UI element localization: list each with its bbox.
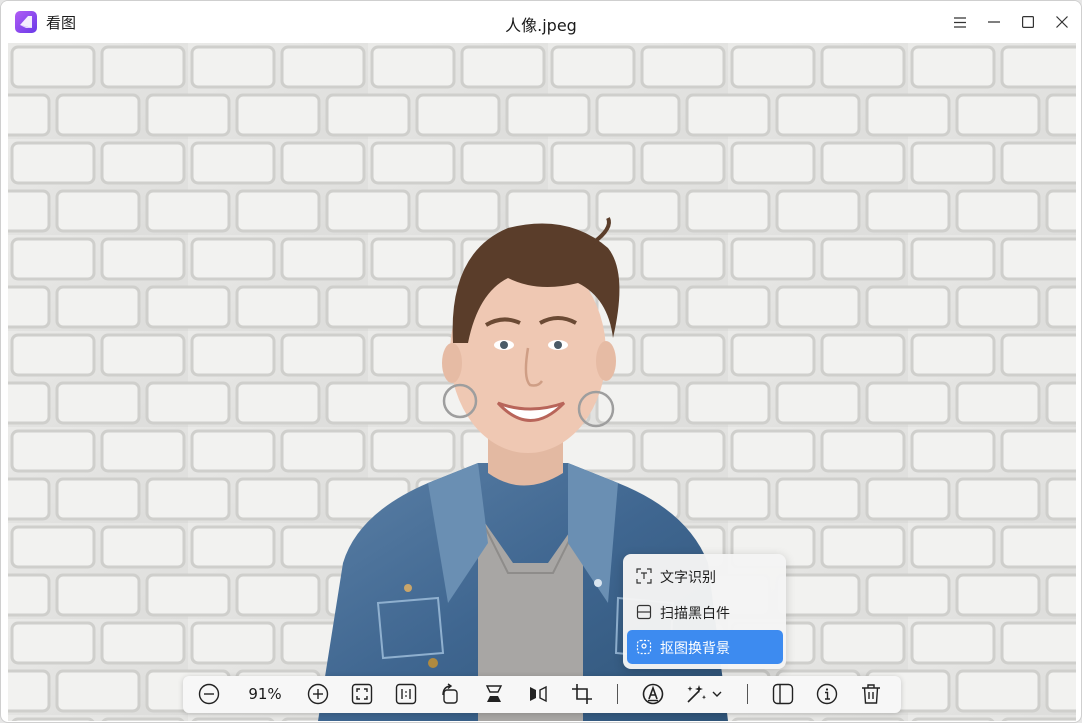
toolbar-divider <box>747 684 748 704</box>
menu-item-label: 文字识别 <box>660 570 716 586</box>
close-icon[interactable] <box>1048 9 1076 35</box>
menu-item-text-recognition[interactable]: 文字识别 <box>627 559 783 593</box>
app-name: 看图 <box>46 14 77 32</box>
minimize-icon[interactable] <box>980 9 1008 35</box>
ocr-icon[interactable] <box>640 681 666 707</box>
toolbar-divider <box>617 684 618 704</box>
actual-size-icon[interactable] <box>393 681 419 707</box>
menu-item-label: 扫描黑白件 <box>660 606 730 622</box>
fit-window-icon[interactable] <box>349 681 375 707</box>
enhance-menu: 文字识别 扫描黑白件 抠图换背景 <box>623 554 786 669</box>
flip-vertical-icon[interactable] <box>481 681 507 707</box>
rotate-icon[interactable] <box>437 681 463 707</box>
title-bar: 看图 人像.jpeg <box>1 1 1081 43</box>
app-logo-icon <box>15 11 37 33</box>
zoom-out-icon[interactable] <box>196 681 222 707</box>
enhance-dropdown-icon[interactable] <box>684 681 726 707</box>
zoom-in-icon[interactable] <box>305 681 331 707</box>
image-viewer-window: 看图 人像.jpeg 文字识别 扫描黑白件 抠图换背景 91% <box>0 0 1082 723</box>
text-recognition-icon <box>636 568 652 584</box>
menu-item-cutout-background[interactable]: 抠图换背景 <box>627 630 783 664</box>
menu-item-label: 抠图换背景 <box>660 641 730 657</box>
maximize-icon[interactable] <box>1014 9 1042 35</box>
cutout-background-icon <box>636 639 652 655</box>
menu-icon[interactable] <box>946 9 974 35</box>
menu-item-scan-document[interactable]: 扫描黑白件 <box>627 595 783 629</box>
info-icon[interactable] <box>814 681 840 707</box>
window-title: 人像.jpeg <box>505 16 577 35</box>
zoom-level[interactable]: 91% <box>247 685 283 703</box>
image-canvas[interactable] <box>8 43 1076 721</box>
portrait-photo <box>8 43 1076 721</box>
trash-icon[interactable] <box>858 681 884 707</box>
sidebar-icon[interactable] <box>770 681 796 707</box>
crop-icon[interactable] <box>569 681 595 707</box>
scan-document-icon <box>636 604 652 620</box>
flip-horizontal-icon[interactable] <box>525 681 551 707</box>
